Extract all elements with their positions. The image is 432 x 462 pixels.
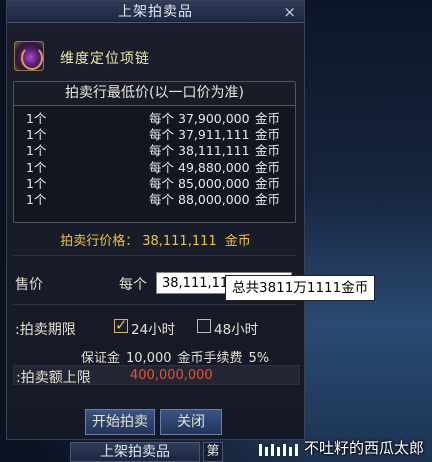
deposit-label: 保证金 bbox=[81, 351, 121, 366]
row-each-label: 每个 bbox=[149, 143, 175, 159]
period-48h-checkbox[interactable] bbox=[197, 319, 211, 333]
row-unit: 金币 bbox=[255, 111, 281, 126]
each-label: 每个 bbox=[119, 277, 147, 293]
row-each-label: 每个 bbox=[149, 175, 175, 191]
row-each-label: 每个 bbox=[149, 191, 175, 207]
title-bar[interactable]: 上架拍卖品 × bbox=[7, 1, 304, 23]
close-icon[interactable]: × bbox=[283, 3, 296, 21]
price-row: 1个 每个 37,900,000 金币 bbox=[14, 111, 295, 127]
row-unit: 金币 bbox=[255, 127, 281, 143]
price-row: 1个 每个 49,880,000 金币 bbox=[14, 160, 295, 176]
auction-price: 拍卖行价格： 38,111,111 金币 bbox=[7, 230, 304, 249]
bilibili-logo-icon bbox=[259, 443, 298, 456]
price-row: 1个 每个 88,000,000 金币 bbox=[14, 192, 295, 208]
necklace-icon[interactable] bbox=[14, 41, 44, 71]
bottom-tab-listing[interactable]: 上架拍卖品 bbox=[70, 442, 200, 462]
period-24h-label[interactable]: 24小时 bbox=[131, 318, 175, 338]
row-qty: 1个 bbox=[26, 175, 47, 191]
auction-limit-row: :拍卖额上限 400,000,000 bbox=[13, 365, 300, 386]
watermark-text: 不吐籽的西瓜太郎 bbox=[304, 439, 425, 457]
auction-price-value: 38,111,111 bbox=[142, 234, 217, 249]
row-price: 49,880,000 bbox=[178, 159, 250, 175]
total-price-tooltip: 总共3811万1111金币 bbox=[225, 275, 376, 301]
deposit-info: 保证金 10,000 金币手续费 5% bbox=[81, 347, 275, 366]
divider bbox=[13, 304, 296, 305]
close-button[interactable]: 关闭 bbox=[160, 409, 222, 435]
row-qty: 1个 bbox=[26, 111, 47, 126]
row-price: 37,900,000 bbox=[178, 111, 250, 126]
sell-price-label: 售价 bbox=[15, 277, 43, 293]
price-row: 1个 每个 37,911,111 金币 bbox=[14, 127, 295, 143]
row-price: 85,000,000 bbox=[178, 175, 250, 191]
row-qty: 1个 bbox=[26, 159, 47, 175]
period-24h-checkbox[interactable] bbox=[114, 316, 128, 334]
fee-value: 5% bbox=[248, 351, 270, 366]
auction-limit-label: :拍卖额上限 bbox=[16, 370, 91, 386]
auction-limit-value: 400,000,000 bbox=[130, 368, 213, 383]
row-unit: 金币 bbox=[255, 191, 281, 207]
price-row: 1个 每个 85,000,000 金币 bbox=[14, 176, 295, 192]
game-scenery bbox=[305, 0, 432, 462]
row-unit: 金币 bbox=[255, 159, 281, 175]
row-unit: 金币 bbox=[255, 143, 281, 159]
start-auction-button[interactable]: 开始拍卖 bbox=[85, 409, 155, 435]
bottom-page-tab[interactable]: 第 bbox=[203, 442, 223, 462]
auction-price-label: 拍卖行价格： bbox=[60, 234, 139, 249]
price-rows: 1个 每个 37,900,000 金币 1个 每个 37,911,111 金币 1个 每个 38,1… bbox=[14, 106, 295, 208]
watermark: 不吐籽的西瓜太郎 bbox=[258, 436, 424, 460]
row-qty: 1个 bbox=[26, 143, 47, 159]
row-price: 38,111,111 bbox=[178, 143, 250, 159]
divider bbox=[13, 255, 296, 256]
price-row: 1个 每个 38,111,111 金币 bbox=[14, 143, 295, 159]
auction-price-unit: 金币 bbox=[224, 234, 251, 249]
row-qty: 1个 bbox=[26, 191, 47, 207]
row-price: 88,000,000 bbox=[178, 191, 250, 207]
row-each-label: 每个 bbox=[149, 127, 175, 143]
lowest-price-list: 拍卖行最低价(以一口价为准) 1个 每个 37,900,000 金币 1个 每个 37,91… bbox=[13, 81, 296, 223]
fee-label: 金币手续费 bbox=[177, 351, 243, 366]
row-each-label: 每个 bbox=[149, 159, 175, 175]
row-price: 37,911,111 bbox=[178, 127, 250, 143]
row-unit: 金币 bbox=[255, 175, 281, 191]
item-name: 维度定位项链 bbox=[60, 51, 150, 67]
dialog-title: 上架拍卖品 bbox=[118, 4, 193, 20]
auction-listing-dialog: 上架拍卖品 × 维度定位项链 拍卖行最低价(以一口价为准) 1个 每个 37,900… bbox=[6, 0, 305, 440]
row-qty: 1个 bbox=[26, 127, 47, 143]
deposit-value: 10,000 bbox=[126, 351, 172, 366]
auction-period-label: :拍卖期限 bbox=[15, 322, 76, 338]
lowest-price-header: 拍卖行最低价(以一口价为准) bbox=[14, 82, 295, 106]
period-48h-label[interactable]: 48小时 bbox=[214, 318, 258, 338]
row-each-label: 每个 bbox=[149, 111, 175, 126]
